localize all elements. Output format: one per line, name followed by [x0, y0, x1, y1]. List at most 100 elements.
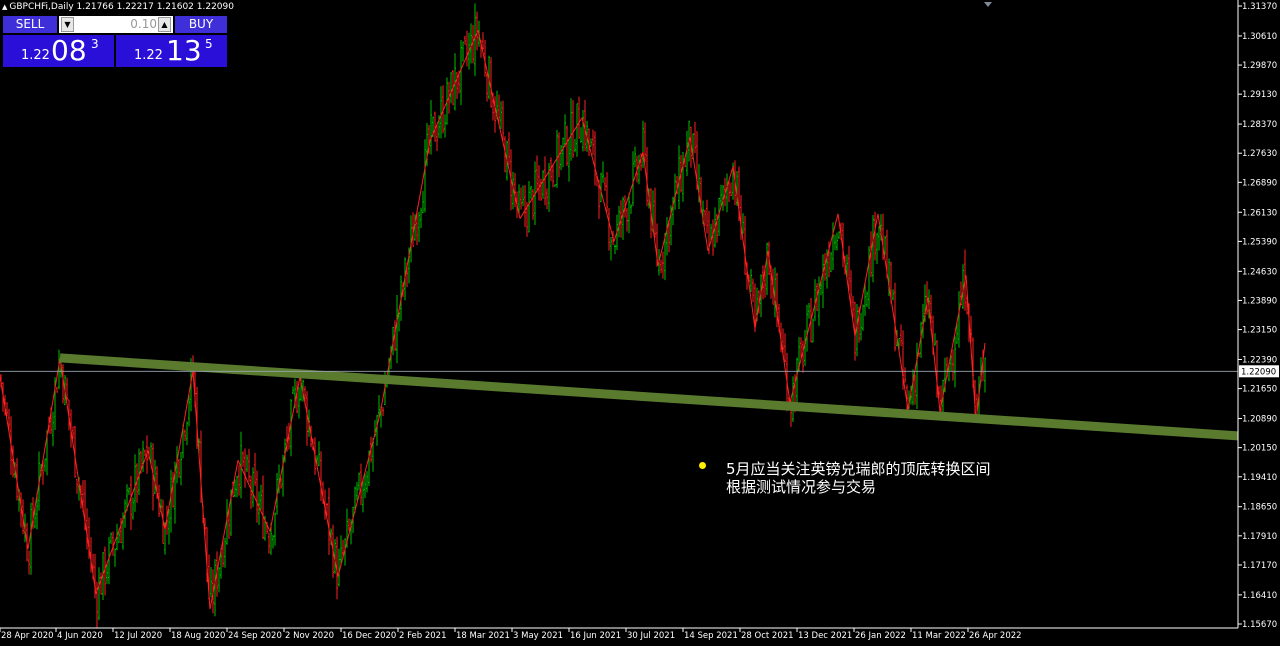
x-tick-label: 26 Apr 2022 — [969, 631, 1022, 641]
x-tick-label: 3 May 2021 — [513, 631, 563, 641]
axes-layer: 1.31370 1.30610 1.29870 1.29130 1.28370 1.276… — [0, 0, 1277, 641]
buy-price-prefix: 1.22 — [134, 48, 163, 63]
x-tick-label: 28 Apr 2020 — [1, 631, 54, 641]
y-tick-label: 1.28370 — [1242, 120, 1277, 130]
x-tick-label: 16 Dec 2020 — [342, 631, 396, 641]
y-tick-label: 1.19410 — [1242, 473, 1277, 483]
zigzag-segment — [192, 370, 211, 610]
y-tick-label: 1.29870 — [1242, 61, 1277, 71]
y-tick-label: 1.26130 — [1242, 208, 1277, 218]
y-tick-label: 1.20150 — [1242, 444, 1277, 454]
zigzag-segment — [27, 358, 61, 549]
one-click-trading-panel: SELL ▼ 0.10 ▲ BUY 1.22 08 3 1.22 13 5 — [3, 16, 227, 67]
trendline[interactable] — [59, 353, 1239, 441]
x-tick-label: 11 Mar 2022 — [912, 631, 966, 641]
annotation-line-2: 根据测试情况参与交易 — [726, 478, 877, 496]
y-tick-label: 1.21650 — [1242, 385, 1277, 395]
y-tick-label: 1.26890 — [1242, 178, 1277, 188]
x-tick-label: 24 Sep 2020 — [228, 631, 282, 641]
zigzag-segment — [657, 137, 691, 266]
x-tick-label: 12 Jul 2020 — [114, 631, 162, 641]
zigzag-segment — [269, 376, 301, 532]
y-tick-label: 1.23890 — [1242, 296, 1277, 306]
zigzag-segment — [642, 151, 659, 266]
y-tick-label: 1.29130 — [1242, 90, 1277, 100]
y-tick-label: 1.15670 — [1242, 620, 1277, 630]
x-tick-label: 28 Oct 2021 — [741, 631, 794, 641]
zigzag-segment — [95, 450, 149, 594]
zigzag-segment — [379, 140, 431, 415]
y-tick-label: 1.20890 — [1242, 415, 1277, 425]
x-tick-label: 18 Aug 2020 — [171, 631, 225, 641]
buy-button[interactable]: BUY — [175, 16, 227, 33]
volume-control: ▼ 0.10 ▲ — [59, 16, 173, 33]
sell-price-pips: 08 — [51, 34, 87, 67]
x-tick-label: 13 Dec 2021 — [798, 631, 852, 641]
zigzag-segment — [965, 275, 977, 422]
trendline-layer — [59, 353, 1239, 441]
volume-decrease-icon[interactable]: ▼ — [61, 17, 74, 32]
zigzag-segment — [429, 30, 479, 141]
y-tick-label: 1.27630 — [1242, 149, 1277, 159]
zigzag-segment — [939, 275, 967, 412]
volume-increase-icon[interactable]: ▲ — [158, 17, 171, 32]
zigzag-segment — [927, 297, 941, 412]
zigzag-segment — [0, 376, 29, 549]
y-tick-label: 1.17910 — [1242, 532, 1277, 542]
zigzag-segment — [837, 213, 856, 337]
zigzag-segment — [519, 117, 583, 219]
buy-price-box[interactable]: 1.22 13 5 — [116, 35, 227, 67]
volume-input[interactable]: 0.10 — [75, 16, 157, 33]
x-tick-label: 26 Jan 2022 — [855, 631, 906, 641]
zigzag-segment — [707, 166, 734, 251]
zigzag-segment — [147, 450, 166, 530]
annotation-line-1: 5月应当关注英镑兑瑞郎的顶底转换区间 — [726, 460, 991, 478]
annotation-text: 5月应当关注英镑兑瑞郎的顶底转换区间 根据测试情况参与交易 — [726, 460, 991, 496]
zigzag-segment — [581, 117, 615, 242]
zigzag-segment — [689, 137, 709, 251]
symbol-info: GBPCHFi,Daily 1.21766 1.22217 1.21602 1.… — [9, 2, 234, 12]
sell-price-prefix: 1.22 — [21, 48, 50, 63]
x-tick-label: 16 Jun 2021 — [570, 631, 621, 641]
y-tick-label: 1.24630 — [1242, 267, 1277, 277]
zigzag-segment — [877, 213, 909, 410]
zigzag-segment — [164, 370, 194, 530]
x-tick-label: 14 Sep 2021 — [684, 631, 738, 641]
buy-price-pips: 13 — [166, 34, 202, 67]
zigzag-segment — [337, 414, 381, 577]
zigzag-segment — [59, 358, 97, 594]
buy-price-fraction: 5 — [205, 37, 213, 51]
x-tick-label: 30 Jul 2021 — [627, 631, 675, 641]
zigzag-segment — [299, 376, 339, 577]
zigzag-segment — [477, 30, 521, 219]
chart-shift-marker-icon — [984, 2, 992, 7]
collapse-triangle-icon[interactable]: ▲ — [2, 3, 7, 11]
y-tick-label: 1.30610 — [1242, 32, 1277, 42]
current-price-label: 1.22090 — [1241, 367, 1276, 377]
y-tick-label: 1.25390 — [1242, 237, 1277, 247]
x-tick-label: 4 Jun 2020 — [57, 631, 103, 641]
zigzag-segment — [975, 342, 986, 422]
chart-header: ▲ GBPCHFi,Daily 1.21766 1.22217 1.21602 1… — [2, 2, 234, 12]
zigzag-segment — [789, 213, 839, 403]
zigzag-segment — [854, 213, 879, 337]
y-tick-label: 1.17170 — [1242, 561, 1277, 571]
y-tick-label: 1.23150 — [1242, 326, 1277, 336]
x-tick-label: 2 Nov 2020 — [285, 631, 334, 641]
y-tick-label: 1.16410 — [1242, 591, 1277, 601]
y-tick-label: 1.31370 — [1242, 2, 1277, 12]
zigzag-segment — [767, 251, 791, 403]
sell-price-box[interactable]: 1.22 08 3 — [3, 35, 114, 67]
zigzag-segment — [237, 460, 271, 532]
sell-button[interactable]: SELL — [3, 16, 57, 33]
zigzag-segment — [732, 166, 756, 329]
bullet-dot — [699, 462, 706, 469]
y-tick-label: 1.22390 — [1242, 355, 1277, 365]
zigzag-segment — [907, 297, 929, 410]
price-chart[interactable]: 1.22090 1.31370 1.30610 1.29870 1.29130 1.28… — [0, 0, 1280, 646]
y-tick-label: 1.18650 — [1242, 503, 1277, 513]
sell-price-fraction: 3 — [91, 37, 99, 51]
x-tick-label: 18 Mar 2021 — [456, 631, 510, 641]
x-tick-label: 2 Feb 2021 — [399, 631, 447, 641]
zigzag-segment — [209, 460, 239, 610]
